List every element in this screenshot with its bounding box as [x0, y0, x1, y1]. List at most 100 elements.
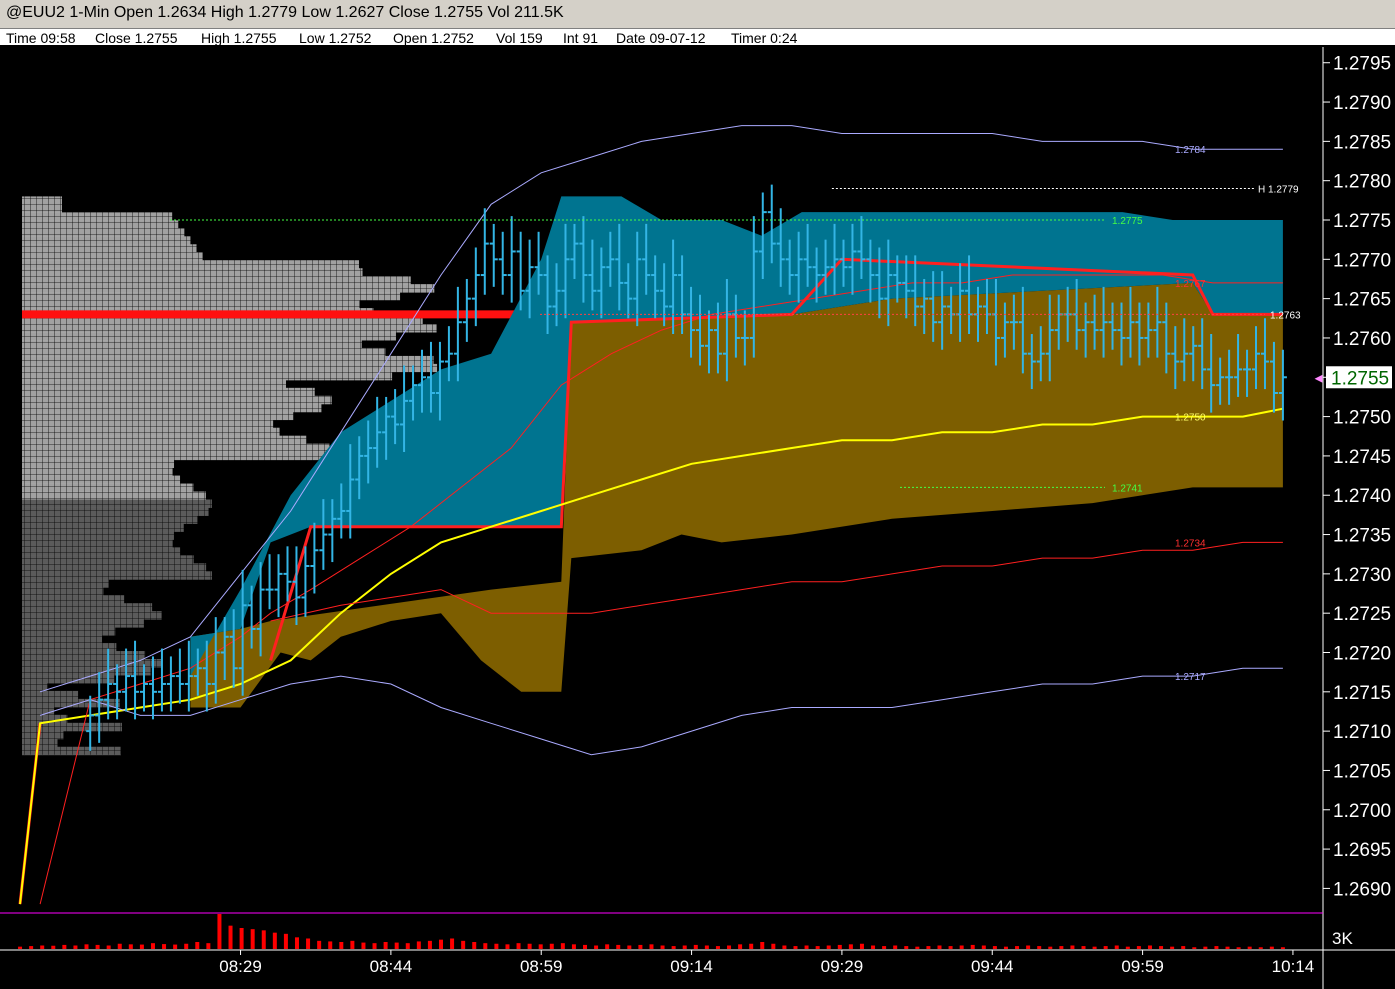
info-high: High 1.2755 [201, 30, 277, 46]
volume-bar [760, 942, 765, 949]
volume-bar [837, 944, 842, 949]
volume-bar [782, 945, 787, 949]
volume-bar [649, 944, 654, 949]
volume-bar [1059, 946, 1064, 949]
volume-bar [139, 944, 144, 949]
volume-bar [583, 944, 588, 949]
volume-bar [106, 945, 111, 949]
volume-bar [195, 942, 200, 949]
volume-bar [959, 945, 964, 949]
volume-bar [1037, 946, 1042, 949]
volume-bar [206, 943, 211, 949]
y-tick-label: 1.2765 [1333, 290, 1391, 311]
y-tick-label: 1.2745 [1333, 447, 1391, 468]
volume-bar [1114, 945, 1119, 949]
volume-bar [95, 944, 100, 949]
volume-bar [871, 945, 876, 949]
volume-bar [1225, 946, 1230, 949]
info-close: Close 1.2755 [95, 30, 178, 46]
volume-bar [1203, 946, 1208, 949]
volume-bar [704, 945, 709, 949]
volume-bar [638, 944, 643, 949]
volume-bar [937, 945, 942, 949]
volume-bar [405, 943, 410, 949]
volume-bar [339, 942, 344, 949]
volume-bar [494, 943, 499, 949]
volume-bar [926, 946, 931, 949]
volume-bar [1003, 946, 1008, 949]
volume-bar [859, 943, 864, 949]
volume-bar [970, 944, 975, 949]
volume-bar [882, 946, 887, 949]
volume-bar [250, 929, 255, 949]
volume-bar [727, 945, 732, 949]
level-label: 1.2767 [1175, 279, 1206, 290]
volume-bar [1269, 946, 1274, 949]
x-tick-label: 09:14 [670, 957, 713, 976]
volume-axis-label: 3K [1332, 929, 1353, 948]
volume-bar [1280, 947, 1285, 949]
volume-bar [771, 943, 776, 949]
volume-bar [1181, 946, 1186, 949]
volume-bar [627, 945, 632, 949]
volume-bar [217, 914, 222, 949]
volume-bar [981, 945, 986, 949]
x-tick-label: 08:59 [520, 957, 563, 976]
y-tick-label: 1.2785 [1333, 132, 1391, 153]
volume-bar [150, 943, 155, 949]
volume-bar [283, 933, 288, 949]
current-price-label: 1.2755 [1331, 368, 1389, 389]
volume-bar [738, 944, 743, 949]
volume-bar [560, 943, 565, 949]
level-label: 1.2775 [1112, 216, 1143, 227]
info-low: Low 1.2752 [299, 30, 372, 46]
level-label: 1.2734 [1175, 538, 1206, 549]
volume-bar [483, 943, 488, 949]
price-bar [507, 216, 516, 303]
info-vol: Vol 159 [496, 30, 543, 46]
volume-bar [350, 940, 355, 949]
volume-bar [394, 942, 399, 949]
y-tick-label: 1.2710 [1333, 722, 1391, 743]
volume-bar [538, 944, 543, 949]
price-chart[interactable]: 1.2784 H 1.2779 1.2775 1.2767 1.2763 1.2750 1.… [0, 0, 1395, 989]
volume-bar [804, 945, 809, 949]
volume-bar [239, 928, 244, 949]
volume-bar [51, 945, 56, 949]
volume-bar [427, 940, 432, 949]
volume-bar [294, 937, 299, 949]
y-tick-label: 1.2780 [1333, 172, 1391, 193]
volume-bar [815, 946, 820, 949]
volume-bar [915, 946, 920, 949]
volume-bar [682, 945, 687, 949]
volume-bar [461, 940, 466, 949]
y-tick-label: 1.2700 [1333, 801, 1391, 822]
info-bar: Time 09:58 Close 1.2755 High 1.2755 Low … [0, 29, 1395, 46]
volume-bar [1258, 947, 1263, 949]
level-label: 1.2763 [1270, 310, 1301, 321]
volume-bar [1103, 946, 1108, 949]
x-tick-label: 09:44 [971, 957, 1014, 976]
y-tick-label: 1.2740 [1333, 486, 1391, 507]
profile-poc [22, 310, 572, 319]
x-tick-label: 09:29 [821, 957, 864, 976]
volume-bar [372, 943, 377, 949]
volume-bar [948, 946, 953, 949]
level-label: 1.2717 [1175, 672, 1206, 683]
volume-bar [1170, 946, 1175, 949]
volume-bar [660, 945, 665, 949]
y-tick-label: 1.2770 [1333, 250, 1391, 271]
volume-bar [749, 943, 754, 949]
y-tick-label: 1.2720 [1333, 644, 1391, 665]
info-timer: Timer 0:24 [731, 30, 798, 46]
info-int: Int 91 [563, 30, 599, 46]
volume-bar [306, 938, 311, 949]
volume-bar [439, 939, 443, 949]
volume-bar [328, 941, 333, 949]
volume-bar [416, 941, 421, 949]
volume-bar [317, 940, 322, 949]
level-label: 1.2784 [1175, 145, 1206, 156]
info-date: Date 09-07-12 [616, 30, 706, 46]
volume-bar [505, 944, 510, 949]
y-tick-label: 1.2695 [1333, 840, 1391, 861]
